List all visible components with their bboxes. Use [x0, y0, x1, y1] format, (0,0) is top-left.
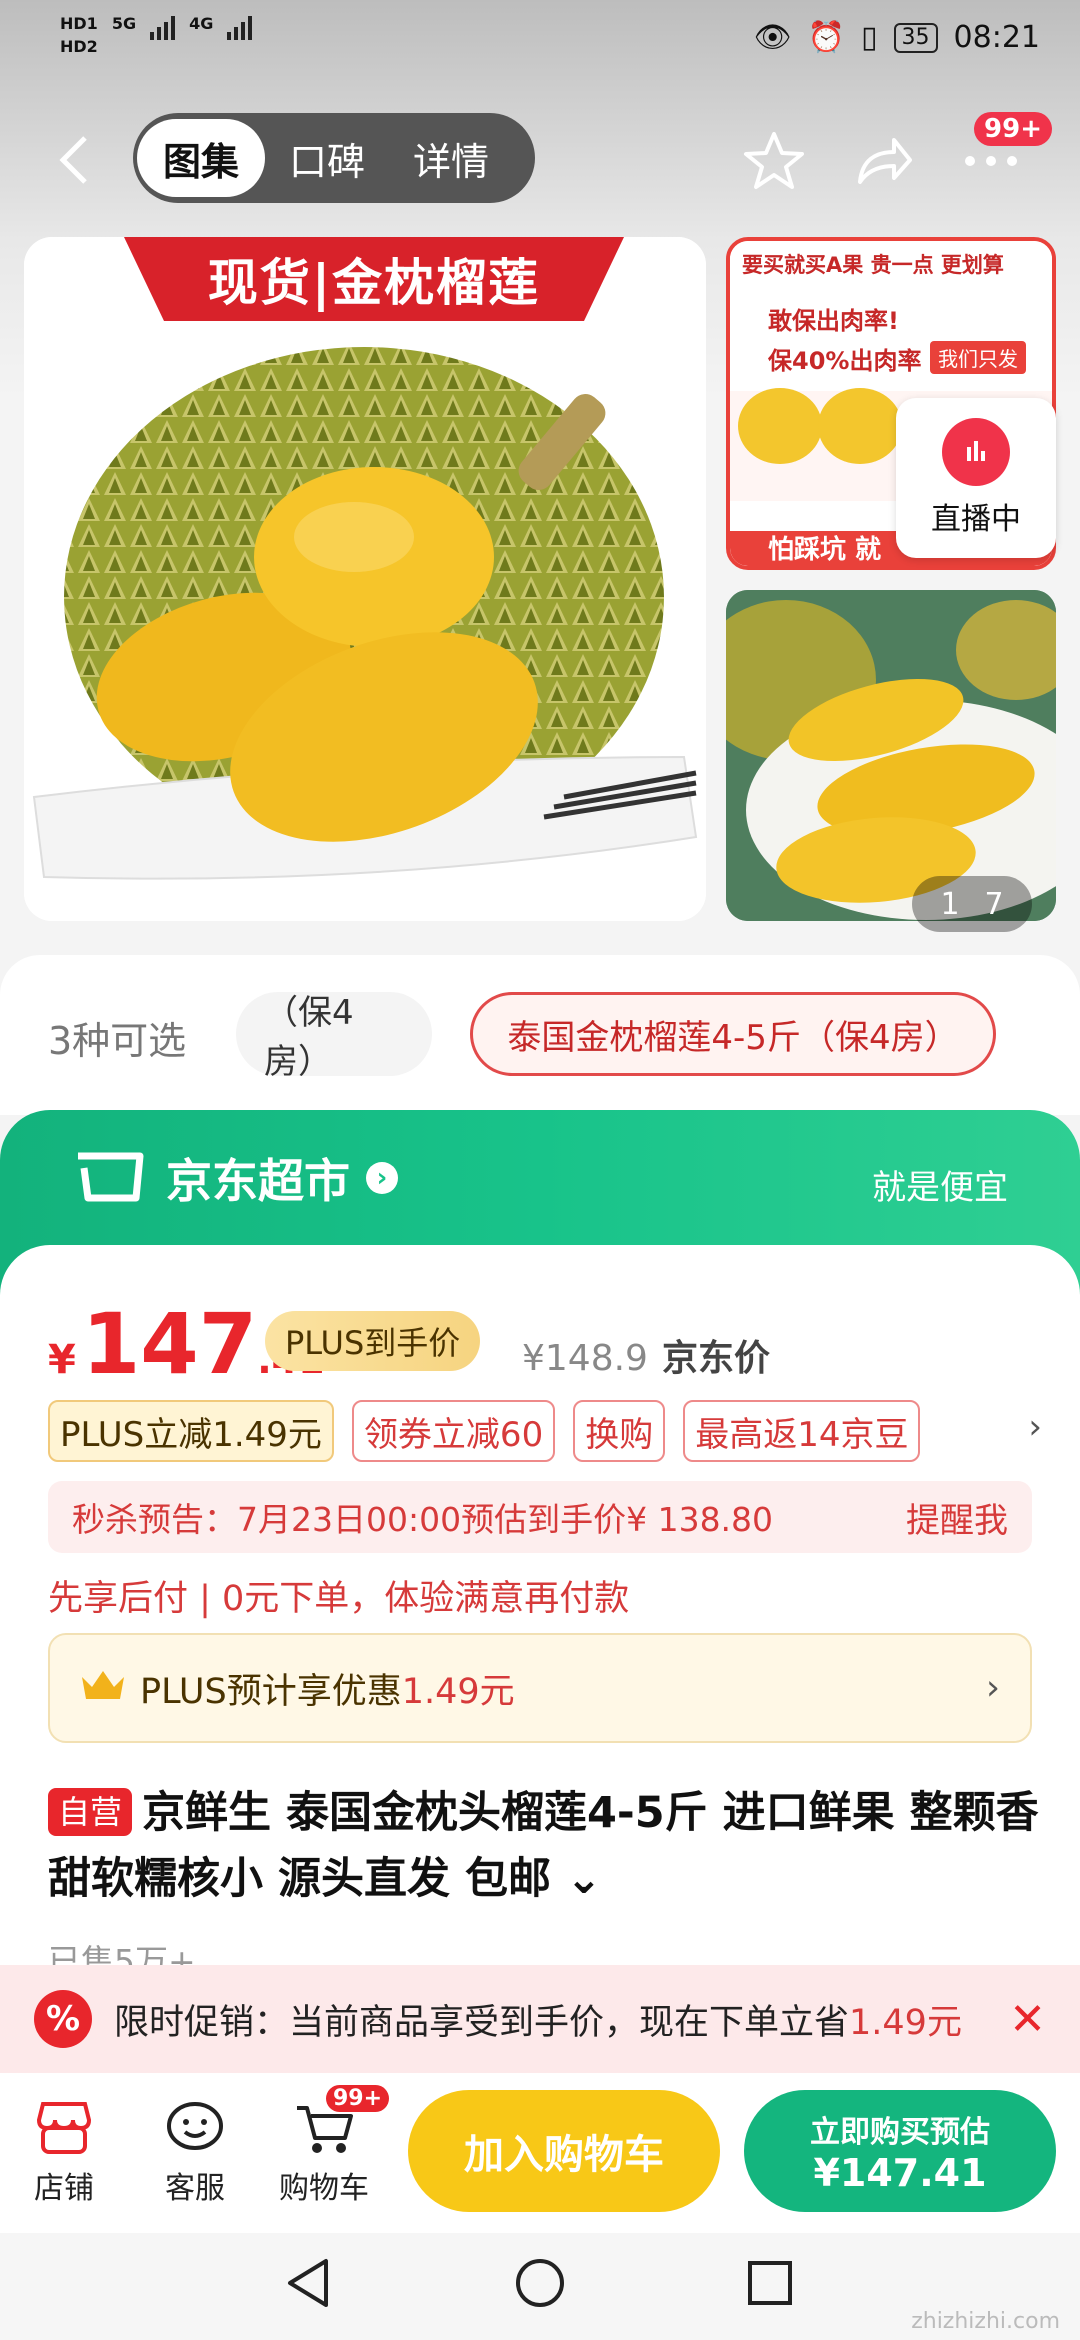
- variant-option-1[interactable]: （保4房）: [236, 992, 432, 1082]
- market-slogan: 就是便宜: [872, 1168, 1008, 1208]
- favorite-star-icon[interactable]: [743, 130, 805, 192]
- customer-service-button[interactable]: 客服: [135, 2093, 255, 2207]
- buy-now-label: 立即购买预估: [810, 2115, 990, 2150]
- nav-recents-icon[interactable]: [742, 2255, 798, 2311]
- back-icon[interactable]: [55, 130, 95, 190]
- chevron-right-icon: ›: [986, 1668, 1000, 1708]
- tab-gallery[interactable]: 图集: [137, 119, 266, 197]
- product-main-image[interactable]: 现货|金枕榴莲: [24, 237, 706, 921]
- price-card: ¥ 147 .41 PLUS到手价 ¥148.9京东价 PLUS立减1.49元 …: [0, 1245, 1080, 2005]
- 5g-label: 5G: [111, 14, 137, 33]
- chat-face-icon: [135, 2093, 255, 2163]
- market-name: 京东超市: [166, 1154, 350, 1208]
- product-thumb-2[interactable]: [726, 590, 1056, 921]
- chevron-right-icon: ›: [366, 1162, 398, 1194]
- live-label: 直播中: [931, 502, 1021, 537]
- chip-plus-discount[interactable]: PLUS立减1.49元: [48, 1400, 334, 1462]
- product-banner: 现货|金枕榴莲: [124, 237, 624, 321]
- image-pager: 1 7: [912, 876, 1032, 932]
- chip-exchange[interactable]: 换购: [573, 1400, 666, 1462]
- close-icon[interactable]: ✕: [1009, 1994, 1046, 2045]
- promo-text: 限时促销：当前商品享受到手价，现在下单立省: [114, 2002, 850, 2043]
- cart-button[interactable]: 99+ 购物车: [264, 2085, 390, 2207]
- nav-back-icon[interactable]: [282, 2255, 338, 2311]
- signal-icon-2: [227, 14, 253, 40]
- pager-total: 7: [984, 886, 1004, 922]
- chip-coupon[interactable]: 领券立减60: [351, 1400, 556, 1462]
- service-label: 客服: [165, 2171, 225, 2206]
- time: 08:21: [953, 20, 1040, 55]
- price-integer: 147: [81, 1295, 258, 1393]
- add-to-cart-button[interactable]: 加入购物车: [408, 2090, 720, 2212]
- thumb-1-line3: 保40%出肉率: [768, 347, 922, 375]
- plus-benefit-prefix: PLUS预计享优惠: [140, 1671, 402, 1712]
- live-stream-button[interactable]: 直播中: [896, 398, 1056, 558]
- product-page: HD1 HD2 5G 4G 👁 ⏰ ▯ 35 08:21 图集 口碑 详情 99…: [0, 0, 1080, 2340]
- chevron-right-icon[interactable]: ›: [1028, 1407, 1042, 1447]
- thumb-1-tag: 我们只发: [930, 341, 1026, 374]
- pager-current: 1: [940, 886, 960, 922]
- chip-jingdou[interactable]: 最高返14京豆: [683, 1400, 921, 1462]
- thumb-2-art: [726, 590, 1056, 921]
- cart-label: 购物车: [279, 2171, 369, 2206]
- thumb-1-footer: 怕踩坑 就: [768, 535, 882, 565]
- flash-sale-text: 秒杀预告：7月23日00:00预估到手价¥ 138.80: [72, 1500, 774, 1539]
- promo-amount: 1.49元: [849, 2002, 962, 2043]
- eye-icon: 👁: [753, 20, 792, 55]
- thumb-1-headline: 要买就买A果 贵一点 更划算: [742, 253, 1004, 277]
- battery-icon: 35: [893, 22, 938, 53]
- live-icon: [942, 418, 1010, 486]
- message-badge: 99+: [974, 112, 1052, 146]
- plus-benefit-amount: 1.49元: [401, 1671, 515, 1712]
- buy-now-price: ¥147.41: [813, 2151, 987, 2195]
- tab-bar: 图集 口碑 详情: [133, 113, 535, 203]
- status-bar: HD1 HD2 5G 4G 👁 ⏰ ▯ 35 08:21: [0, 0, 1080, 80]
- shop-button[interactable]: 店铺: [4, 2093, 124, 2207]
- remind-me-button[interactable]: 提醒我: [906, 1493, 1008, 1542]
- jd-price-value: ¥148.9: [522, 1338, 648, 1379]
- alarm-icon: ⏰: [807, 20, 846, 55]
- bottom-action-bar: 店铺 客服 99+ 购物车 加入购物车 立即购买预估 ¥147.41: [0, 2073, 1080, 2233]
- buy-now-button[interactable]: 立即购买预估 ¥147.41: [744, 2090, 1056, 2212]
- market-logo-icon: [78, 1152, 144, 1202]
- pay-later-note[interactable]: 先享后付 | 0元下单，体验满意再付款: [48, 1570, 629, 1621]
- hd2-label: HD2: [60, 37, 98, 56]
- cart-badge: 99+: [326, 2085, 390, 2112]
- shop-icon: [4, 2093, 124, 2163]
- crown-icon: [80, 1667, 126, 1710]
- jd-reference-price: ¥148.9 京东价: [522, 1329, 770, 1381]
- percent-icon: %: [34, 1990, 92, 2048]
- limited-promo-bar[interactable]: % 限时促销：当前商品享受到手价，现在下单立省 1.49元 ✕: [0, 1965, 1080, 2073]
- plus-price-tag: PLUS到手价: [265, 1311, 481, 1371]
- share-icon[interactable]: [852, 130, 914, 192]
- network-indicators: HD1 HD2 5G 4G: [60, 14, 253, 56]
- hd1-label: HD1: [60, 14, 98, 33]
- product-title-text: 京鲜生 泰国金枕头榴莲4-5斤 进口鲜果 整颗香甜软糯核小 源头直发 包邮: [48, 1788, 1039, 1904]
- variant-count: 3种可选: [48, 1019, 187, 1063]
- price-currency: ¥: [48, 1337, 76, 1383]
- tab-reviews[interactable]: 口碑: [265, 119, 389, 197]
- tab-details[interactable]: 详情: [389, 119, 513, 197]
- promo-chips[interactable]: PLUS立减1.49元 领券立减60 换购 最高返14京豆: [48, 1400, 921, 1462]
- market-logo: 京东超市 ›: [70, 1145, 398, 1211]
- 4g-label: 4G: [189, 14, 214, 33]
- shop-label: 店铺: [34, 2171, 94, 2206]
- self-operated-tag: 自营: [48, 1788, 133, 1836]
- chevron-down-icon: ⌄: [550, 1854, 602, 1904]
- vibrate-icon: ▯: [861, 20, 878, 55]
- jd-price-label: 京东价: [661, 1338, 770, 1379]
- plus-benefit-box[interactable]: PLUS预计享优惠 1.49元 ›: [48, 1633, 1032, 1743]
- thumb-1-line2: 敢保出肉率!: [768, 307, 899, 335]
- top-nav: 图集 口碑 详情 99+: [0, 110, 1080, 210]
- system-nav-bar: zhizhizhi.com: [0, 2233, 1080, 2340]
- watermark: zhizhizhi.com: [911, 2309, 1060, 2334]
- signal-icon: [150, 14, 176, 40]
- nav-home-icon[interactable]: [512, 2255, 568, 2311]
- flash-sale-notice: 秒杀预告：7月23日00:00预估到手价¥ 138.80 提醒我: [48, 1481, 1032, 1553]
- status-right: 👁 ⏰ ▯ 35 08:21: [754, 20, 1040, 55]
- product-title[interactable]: 自营 京鲜生 泰国金枕头榴莲4-5斤 进口鲜果 整颗香甜软糯核小 源头直发 包邮 …: [48, 1780, 1048, 1912]
- durian-illustration: [24, 237, 706, 921]
- variant-option-selected[interactable]: 泰国金枕榴莲4-5斤（保4房）: [470, 992, 996, 1076]
- variant-selector: 3种可选 （保4房） 泰国金枕榴莲4-5斤（保4房）: [0, 955, 1080, 1115]
